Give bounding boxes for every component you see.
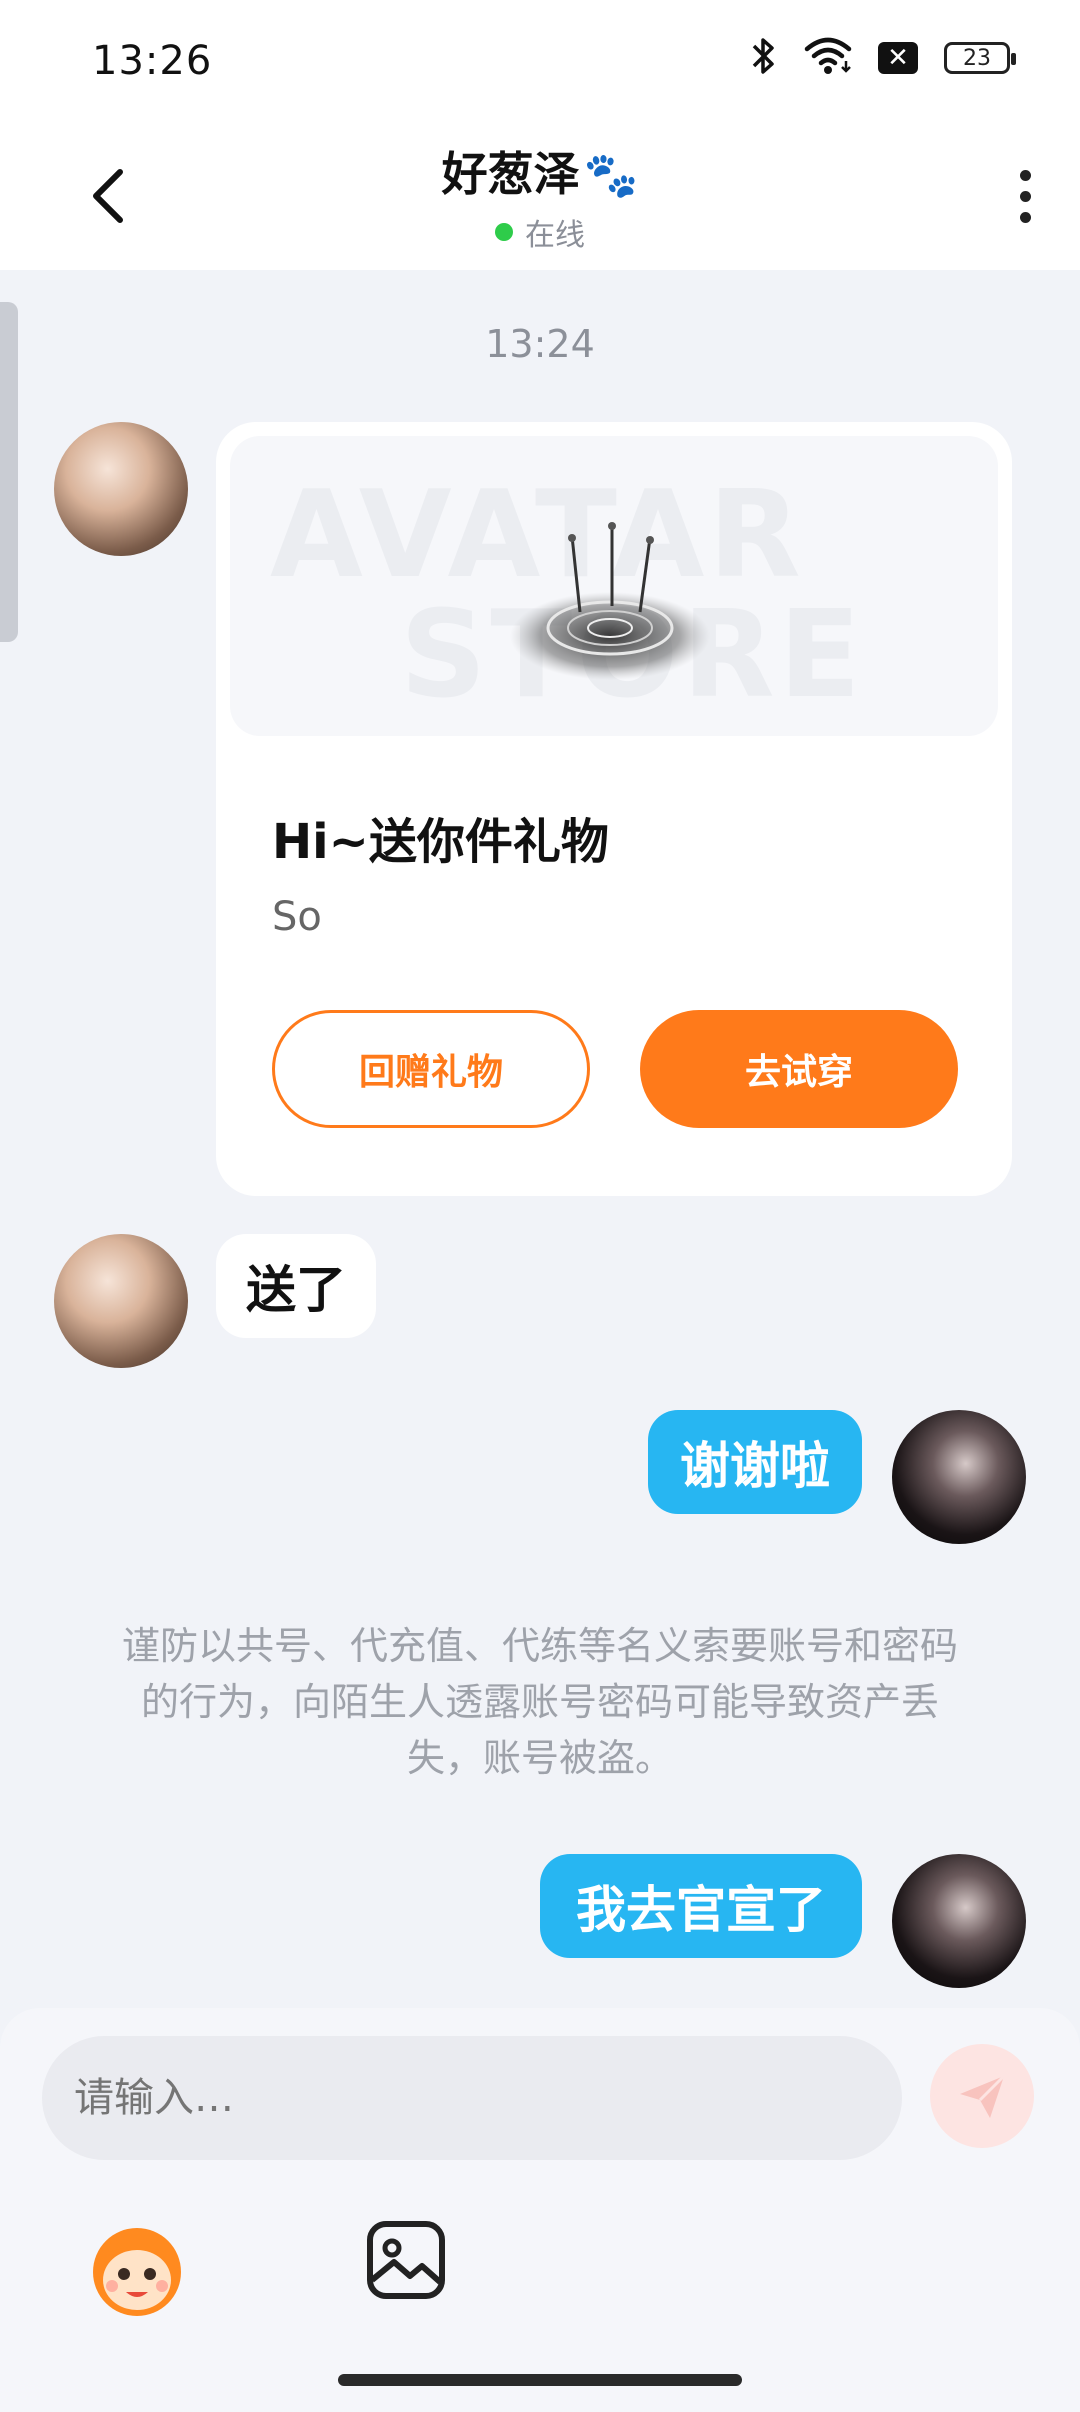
my-avatar[interactable]	[892, 1854, 1026, 1988]
message-bubble-sent[interactable]: 谢谢啦	[648, 1410, 862, 1514]
bluetooth-icon	[750, 36, 778, 80]
send-icon	[960, 2074, 1006, 2118]
my-avatar[interactable]	[892, 1410, 1026, 1544]
more-options-button[interactable]	[1010, 156, 1040, 236]
gift-subtitle: So	[272, 894, 322, 940]
image-picker-button[interactable]	[364, 2218, 448, 2302]
send-button[interactable]	[930, 2044, 1034, 2148]
sim-off-icon: ✕	[878, 42, 918, 74]
gift-card[interactable]: AVATAR STORE Hi~送你件礼物 So 回赠礼物 去试穿	[216, 422, 1012, 1196]
status-bar: 13:26 ✕ 23	[0, 0, 1080, 120]
wifi-icon	[804, 37, 852, 79]
return-gift-button[interactable]: 回赠礼物	[272, 1010, 590, 1128]
status-icons: ✕ 23	[750, 36, 1016, 80]
gift-title: Hi~送你件礼物	[272, 814, 609, 870]
contact-avatar[interactable]	[54, 422, 188, 556]
contact-title[interactable]: 好葱泽🐾 在线	[0, 138, 1080, 254]
message-bubble-sent[interactable]: 我去官宣了	[540, 1854, 862, 1958]
message-timestamp: 13:24	[485, 322, 595, 366]
contact-avatar[interactable]	[54, 1234, 188, 1368]
online-status: 在线	[0, 210, 1080, 254]
battery-icon: 23	[944, 42, 1016, 74]
try-on-button[interactable]: 去试穿	[640, 1010, 958, 1128]
contact-name: 好葱泽	[441, 147, 580, 201]
more-dot-icon	[1019, 169, 1031, 181]
more-dot-icon	[1019, 211, 1031, 223]
security-notice: 谨防以共号、代充值、代练等名义索要账号和密码的行为，向陌生人透露账号密码可能导致…	[121, 1624, 958, 1780]
gift-image[interactable]: AVATAR STORE	[230, 436, 998, 736]
image-icon	[367, 2221, 445, 2299]
emoji-mascot-icon	[93, 2228, 181, 2316]
gift-item-icon	[510, 522, 710, 680]
battery-level: 23	[963, 45, 991, 71]
emoji-mascot-button[interactable]	[82, 2214, 192, 2324]
chat-header: 好葱泽🐾 在线	[0, 120, 1080, 270]
online-dot-icon	[495, 223, 513, 241]
paw-emoji: 🐾	[583, 150, 639, 201]
composer	[0, 2008, 1080, 2412]
home-indicator[interactable]	[338, 2374, 742, 2386]
more-dot-icon	[1019, 190, 1031, 202]
message-bubble-received[interactable]: 送了	[216, 1234, 376, 1338]
status-time: 13:26	[92, 38, 213, 84]
message-input[interactable]	[42, 2036, 902, 2160]
online-status-text: 在线	[525, 218, 585, 253]
